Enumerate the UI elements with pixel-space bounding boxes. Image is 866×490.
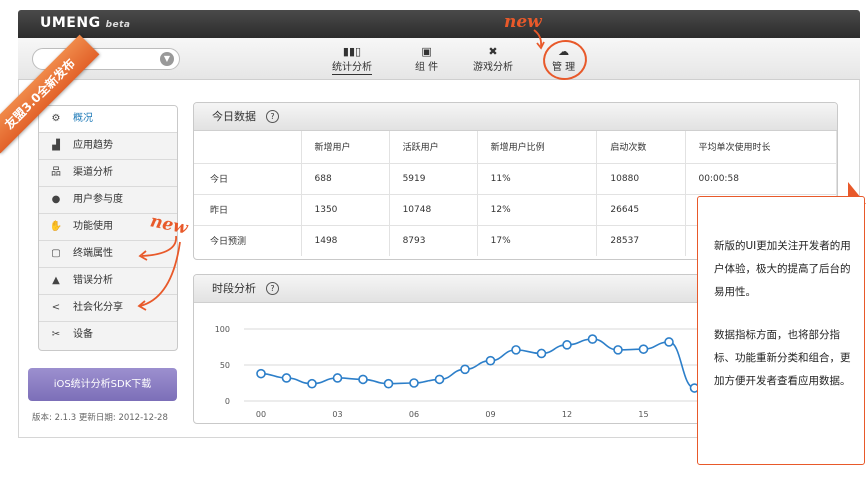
panel-header: 今日数据? <box>194 103 837 131</box>
data-point <box>562 340 572 350</box>
sdk-download-button[interactable]: iOS统计分析SDK下载 <box>28 368 177 401</box>
series-line <box>260 338 695 389</box>
tools-icon: ✂ <box>51 329 61 340</box>
version-info: 版本: 2.1.3 更新日期: 2012-12-28 <box>32 413 168 423</box>
table-cell: 28537 <box>596 225 686 256</box>
table-cell: 8793 <box>389 225 478 256</box>
table-cell: 1498 <box>301 225 390 256</box>
sidebar-item-label: 社会化分享 <box>73 302 123 313</box>
row-label: 今日 <box>194 163 302 195</box>
sidebar-item-label: 终端属性 <box>73 248 113 259</box>
tab-label: 组 件 <box>415 62 439 73</box>
tab-label: 游戏分析 <box>473 62 513 73</box>
data-point <box>664 337 674 347</box>
table-cell: 5919 <box>389 163 478 195</box>
new-arrow-icon <box>137 235 181 311</box>
table-cell: 17% <box>477 225 598 256</box>
panel-title: 时段分析 <box>212 282 256 295</box>
column-header: 启动次数 <box>596 131 686 164</box>
chevron-down-icon: ▼ <box>160 52 174 66</box>
ribbon-clip: 友盟3.0全新发布 <box>0 0 120 200</box>
table-row: 今日 688 5919 11% 10880 00:00:58 <box>194 163 837 195</box>
data-point <box>587 334 598 344</box>
sidebar-item-label: 功能使用 <box>73 221 113 232</box>
data-point <box>358 374 368 385</box>
new-arrow-icon <box>533 29 545 50</box>
help-icon[interactable]: ? <box>266 109 279 123</box>
callout-paragraph: 新版的UI更加关注开发者的用户体验，极大的提高了后台的易用性。 <box>714 240 851 298</box>
data-point <box>383 378 394 389</box>
tab-game-analysis[interactable]: ✖ 游戏分析 <box>473 45 513 73</box>
device-icon: ▢ <box>51 248 61 259</box>
column-header: 平均单次使用时长 <box>685 131 837 164</box>
data-point <box>613 345 623 355</box>
table-cell: 10748 <box>389 194 478 226</box>
tab-statistics[interactable]: ▮▮▯ 统计分析 <box>332 45 372 75</box>
table-cell: 00:00:58 <box>685 163 837 195</box>
game-icon: ✖ <box>488 45 498 58</box>
sidebar-item-label: 错误分析 <box>73 275 113 286</box>
column-header <box>194 131 302 164</box>
page: UMENG beta ▼ ▮▮▯ 统计分析 ▣ 组 件 ✖ 游戏分析 ☁ 管 理 … <box>0 0 866 490</box>
y-tick-label: 0 <box>225 397 230 406</box>
table-cell: 1350 <box>301 194 390 226</box>
tab-label: 统计分析 <box>332 62 372 75</box>
feature-icon: ✋ <box>49 221 63 232</box>
table-cell: 11% <box>477 163 598 195</box>
column-header: 活跃用户 <box>389 131 478 164</box>
data-point <box>638 344 649 354</box>
y-tick-label: 100 <box>215 325 230 334</box>
x-tick-label: 00 <box>256 410 266 419</box>
column-header: 新增用户比例 <box>477 131 598 164</box>
component-icon: ▣ <box>421 45 432 58</box>
table-cell: 12% <box>477 194 598 226</box>
x-tick-label: 12 <box>562 410 572 419</box>
data-point <box>485 355 496 366</box>
data-point <box>332 373 343 383</box>
top-bar: UMENG beta <box>18 10 860 38</box>
row-label: 今日预测 <box>194 225 302 256</box>
data-point <box>460 364 470 375</box>
x-tick-label: 09 <box>485 410 495 419</box>
data-point <box>256 368 266 379</box>
data-point <box>307 378 317 389</box>
data-point <box>434 374 445 385</box>
panel-title: 今日数据 <box>212 110 256 123</box>
table-header-row: 新增用户 活跃用户 新增用户比例 启动次数 平均单次使用时长 <box>194 131 837 164</box>
data-point <box>511 345 521 355</box>
sidebar-item-label: 设备 <box>73 329 93 340</box>
callout-paragraph: 数据指标方面，也将部分指标、功能重新分类和组合，更加方便开发者查看应用数据。 <box>714 329 851 387</box>
x-tick-label: 03 <box>332 410 342 419</box>
sidebar-item-settings[interactable]: ✂ 设备 <box>39 322 177 349</box>
data-point <box>536 348 547 359</box>
share-icon: < <box>51 302 61 313</box>
row-label: 昨日 <box>194 194 302 226</box>
release-ribbon: 友盟3.0全新发布 <box>0 34 100 154</box>
data-point <box>281 373 292 383</box>
warning-icon: ▲ <box>52 275 60 286</box>
feature-callout: 新版的UI更加关注开发者的用户体验，极大的提高了后台的易用性。 数据指标方面，也… <box>697 196 865 465</box>
header: ▼ ▮▮▯ 统计分析 ▣ 组 件 ✖ 游戏分析 ☁ 管 理 <box>18 38 860 80</box>
data-point <box>409 378 419 388</box>
table-cell: 10880 <box>596 163 686 195</box>
table-cell: 688 <box>301 163 390 195</box>
x-tick-label: 06 <box>409 410 419 419</box>
y-tick-label: 50 <box>220 361 230 370</box>
tab-components[interactable]: ▣ 组 件 <box>415 45 438 73</box>
bar-chart-icon: ▮▮▯ <box>342 45 362 58</box>
column-header: 新增用户 <box>301 131 390 164</box>
x-tick-label: 15 <box>638 410 648 419</box>
help-icon[interactable]: ? <box>266 281 279 295</box>
table-cell: 26645 <box>596 194 686 226</box>
